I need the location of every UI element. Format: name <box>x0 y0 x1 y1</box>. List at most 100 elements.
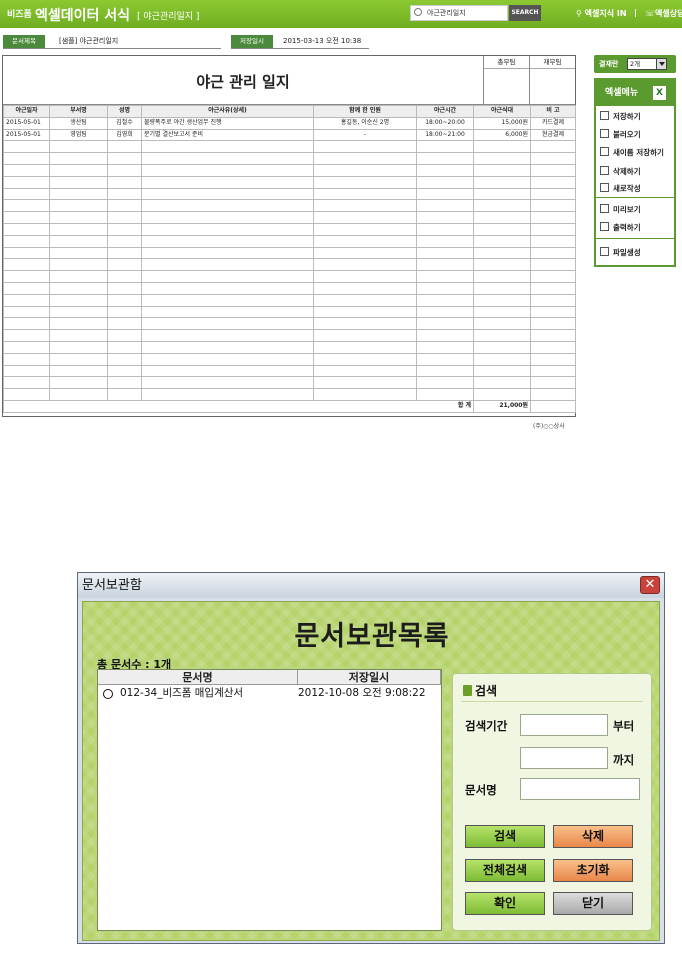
search-input[interactable]: 야근관리일지 <box>410 5 508 21</box>
table-cell[interactable] <box>107 293 142 307</box>
table-cell[interactable] <box>473 199 531 213</box>
table-cell[interactable]: 분기별 결산보고서 준비 <box>141 128 314 142</box>
table-cell[interactable] <box>530 329 576 342</box>
table-cell[interactable] <box>473 246 531 260</box>
table-cell[interactable] <box>530 163 576 177</box>
list-item-radio[interactable] <box>103 689 113 699</box>
approval-box-finance[interactable]: 재무팀 <box>529 56 575 105</box>
table-cell[interactable] <box>416 270 474 283</box>
table-cell[interactable] <box>107 305 142 319</box>
table-cell[interactable] <box>530 211 576 224</box>
table-cell[interactable] <box>141 140 314 154</box>
table-cell[interactable] <box>416 317 474 331</box>
table-cell[interactable] <box>416 293 474 307</box>
table-cell[interactable] <box>141 305 314 319</box>
table-cell[interactable]: 2015-05-01 <box>3 116 50 130</box>
table-cell[interactable] <box>530 293 576 307</box>
table-cell[interactable] <box>49 281 108 295</box>
table-cell[interactable] <box>473 140 531 154</box>
table-cell[interactable] <box>141 222 314 236</box>
menu-create-file[interactable]: 파일생성 <box>600 247 641 258</box>
table-cell[interactable] <box>473 270 531 283</box>
table-cell[interactable] <box>107 199 142 213</box>
table-cell[interactable]: 6,000원 <box>473 128 531 142</box>
table-cell[interactable] <box>416 152 474 165</box>
table-cell[interactable] <box>473 293 531 307</box>
table-cell[interactable] <box>107 211 142 224</box>
table-cell[interactable]: 김철수 <box>107 116 142 130</box>
table-cell[interactable] <box>3 388 50 401</box>
table-cell[interactable] <box>530 376 576 390</box>
search-all-button[interactable]: 전체검색 <box>465 859 545 882</box>
table-cell[interactable] <box>141 340 314 354</box>
search-name-input[interactable] <box>520 778 640 800</box>
table-cell[interactable] <box>107 222 142 236</box>
table-cell[interactable] <box>49 199 108 213</box>
table-cell[interactable] <box>473 340 531 354</box>
table-cell[interactable] <box>473 364 531 378</box>
table-cell[interactable]: 현금결제 <box>530 128 576 142</box>
table-cell[interactable] <box>107 246 142 260</box>
dialog-titlebar[interactable]: 문서보관함 ✕ <box>78 573 664 598</box>
table-cell[interactable] <box>313 258 417 272</box>
list-header-name[interactable]: 문서명 <box>98 670 298 685</box>
table-cell[interactable] <box>473 222 531 236</box>
table-cell[interactable] <box>473 258 531 272</box>
excel-knowledge-link[interactable]: ⚲ 엑셀지식 IN <box>576 8 627 19</box>
table-cell[interactable] <box>49 175 108 189</box>
table-cell[interactable] <box>473 281 531 295</box>
table-cell[interactable] <box>530 388 576 401</box>
table-cell[interactable] <box>141 293 314 307</box>
table-cell[interactable] <box>107 175 142 189</box>
table-cell[interactable] <box>313 270 417 283</box>
table-cell[interactable] <box>313 340 417 354</box>
table-cell[interactable] <box>49 270 108 283</box>
table-cell[interactable] <box>3 317 50 331</box>
table-cell[interactable] <box>3 293 50 307</box>
table-cell[interactable] <box>313 199 417 213</box>
table-cell[interactable] <box>416 246 474 260</box>
table-cell[interactable] <box>416 329 474 342</box>
table-cell[interactable] <box>313 222 417 236</box>
brand-title[interactable]: 엑셀데이터 서식 <box>35 5 130 25</box>
table-cell[interactable] <box>313 140 417 154</box>
table-cell[interactable] <box>530 364 576 378</box>
table-cell[interactable] <box>141 211 314 224</box>
reset-button[interactable]: 초기화 <box>553 859 633 882</box>
table-cell[interactable] <box>416 187 474 201</box>
table-cell[interactable] <box>416 211 474 224</box>
table-cell[interactable]: 카드결제 <box>530 116 576 130</box>
table-cell[interactable]: 김영희 <box>107 128 142 142</box>
table-cell[interactable] <box>530 234 576 248</box>
table-cell[interactable] <box>530 317 576 331</box>
table-cell[interactable] <box>530 175 576 189</box>
table-cell[interactable] <box>313 234 417 248</box>
table-cell[interactable] <box>107 187 142 201</box>
table-cell[interactable] <box>49 246 108 260</box>
table-cell[interactable] <box>530 340 576 354</box>
table-cell[interactable] <box>49 234 108 248</box>
table-cell[interactable] <box>416 175 474 189</box>
table-cell[interactable] <box>416 388 474 401</box>
table-cell[interactable] <box>416 352 474 366</box>
search-to-date-input[interactable] <box>520 747 608 769</box>
table-cell[interactable] <box>530 281 576 295</box>
table-cell[interactable] <box>141 388 314 401</box>
table-cell[interactable] <box>141 364 314 378</box>
table-cell[interactable] <box>416 340 474 354</box>
close-icon[interactable]: ✕ <box>640 576 660 594</box>
table-cell[interactable] <box>473 352 531 366</box>
table-cell[interactable]: 2015-05-01 <box>3 128 50 142</box>
table-cell[interactable] <box>313 246 417 260</box>
table-cell[interactable] <box>416 199 474 213</box>
table-cell[interactable] <box>49 152 108 165</box>
table-cell[interactable] <box>107 376 142 390</box>
table-cell[interactable] <box>49 340 108 354</box>
table-cell[interactable] <box>530 352 576 366</box>
ok-button[interactable]: 확인 <box>465 892 545 915</box>
table-cell[interactable] <box>416 222 474 236</box>
table-cell[interactable] <box>141 258 314 272</box>
table-cell[interactable] <box>530 222 576 236</box>
document-list[interactable]: 문서명 저장일시 012-34_비즈폼 매입계산서 2012-10-08 오전 … <box>97 669 442 931</box>
table-cell[interactable] <box>141 187 314 201</box>
